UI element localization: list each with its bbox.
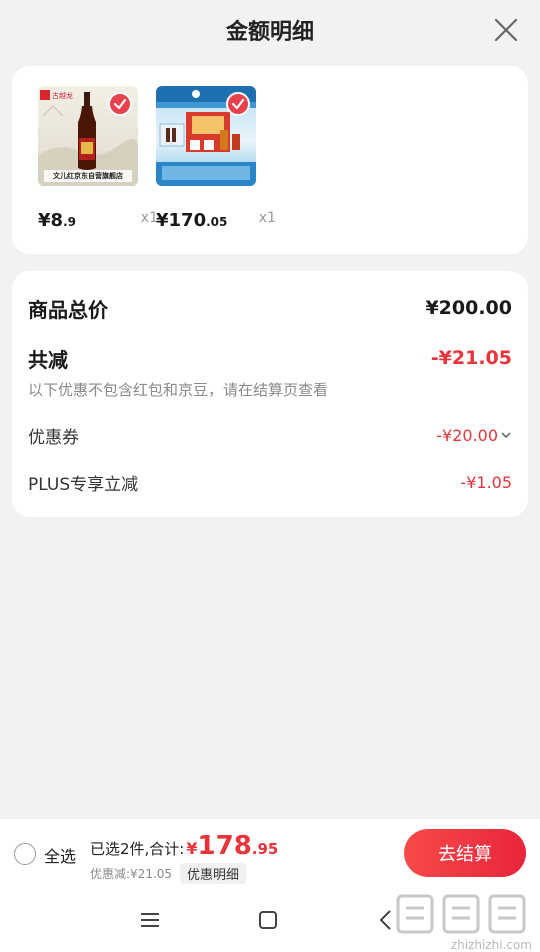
- thumb-caption: 文儿红京东自营旗舰店: [53, 172, 123, 180]
- total-row: 商品总价 ¥200.00: [28, 293, 512, 323]
- plus-label: PLUS专享立减: [28, 474, 139, 495]
- coupon-label: 优惠券: [28, 427, 79, 448]
- product-image[interactable]: 古越龙 文儿红京东自营旗舰店: [38, 86, 138, 186]
- checked-icon[interactable]: [226, 92, 250, 116]
- coupon-row[interactable]: 优惠券 -¥20.00: [28, 421, 512, 449]
- watermark-text: zhizhizhi.com: [450, 938, 532, 952]
- reduce-label: 共减: [28, 347, 68, 372]
- products-card: 古越龙 文儿红京东自营旗舰店 ¥8.9 x1 ¥170.05 x1: [12, 66, 528, 254]
- total-currency: ¥: [186, 839, 198, 858]
- checked-icon[interactable]: [108, 92, 132, 116]
- select-all-radio[interactable]: [14, 843, 36, 865]
- total-amount-dec: .95: [251, 840, 279, 858]
- product-price: ¥170.05: [156, 210, 228, 231]
- chevron-down-icon: [501, 432, 511, 438]
- select-all-label[interactable]: 全选: [44, 843, 76, 867]
- discount-note: 以下优惠不包含红包和京豆，请在结算页查看: [28, 381, 329, 399]
- close-icon[interactable]: [492, 16, 520, 44]
- reduce-value: -¥21.05: [430, 347, 512, 369]
- price-row: ¥8.9 x1: [38, 210, 158, 234]
- plus-row: PLUS专享立减 -¥1.05: [28, 468, 512, 496]
- header: 金额明细: [0, 0, 540, 60]
- home-icon[interactable]: [254, 906, 282, 934]
- page-title: 金额明细: [225, 20, 314, 45]
- watermark: zhizhizhi.com: [382, 868, 532, 952]
- menu-icon[interactable]: [136, 906, 164, 934]
- selected-summary: 已选2件,合计: ¥ 178 .95: [90, 831, 278, 861]
- product-qty: x1: [258, 210, 276, 226]
- discount-detail-button[interactable]: 优惠明细: [180, 863, 247, 884]
- saved-text: 优惠减:¥21.05: [90, 867, 173, 881]
- watermark-logo-icon: [396, 894, 526, 934]
- product-item[interactable]: 古越龙 文儿红京东自营旗舰店 ¥8.9 x1: [38, 86, 158, 231]
- price-row: ¥170.05 x1: [156, 210, 276, 234]
- total-value: ¥200.00: [425, 297, 512, 319]
- product-image[interactable]: [156, 86, 256, 186]
- svg-text:古越龙: 古越龙: [52, 91, 73, 100]
- selected-text: 已选2件,合计:: [90, 840, 185, 858]
- coupon-value[interactable]: -¥20.00: [436, 426, 512, 445]
- summary-card: 商品总价 ¥200.00 共减 -¥21.05 以下优惠不包含红包和京豆，请在结…: [12, 271, 528, 517]
- product-price: ¥8.9: [38, 210, 76, 231]
- product-item[interactable]: ¥170.05 x1: [156, 86, 276, 231]
- reduce-row: 共减 -¥21.05: [28, 343, 512, 373]
- saved-line: 优惠减:¥21.05 优惠明细: [90, 863, 247, 884]
- total-label: 商品总价: [28, 297, 108, 322]
- plus-value: -¥1.05: [460, 472, 512, 492]
- total-amount-int: 178: [197, 831, 252, 861]
